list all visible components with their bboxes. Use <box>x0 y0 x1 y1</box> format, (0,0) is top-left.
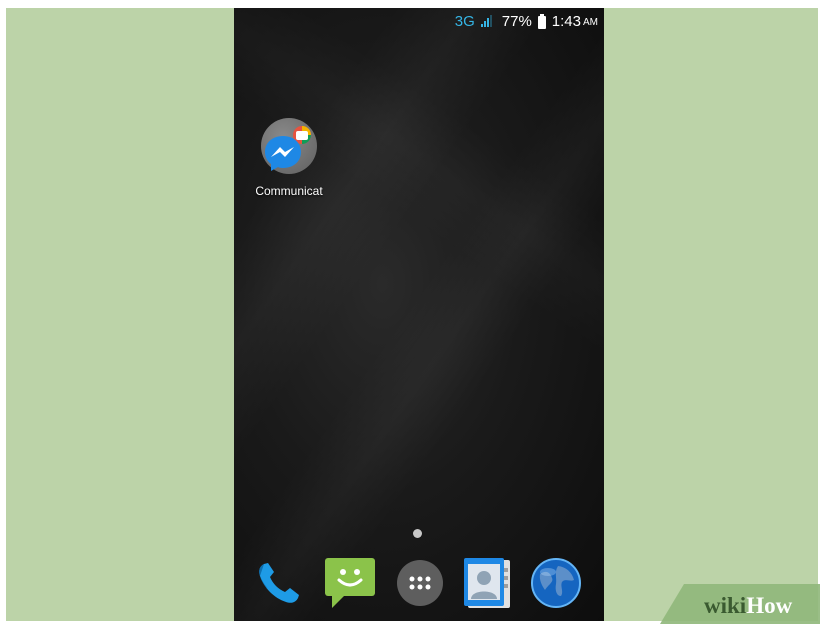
wikihow-watermark: wikiHow <box>660 584 820 624</box>
clock-ampm: AM <box>583 17 598 28</box>
shortcut-label: Communicat <box>255 184 323 198</box>
communication-folder-shortcut[interactable]: Communicat <box>240 118 338 198</box>
contacts-icon[interactable] <box>460 552 516 612</box>
app-drawer-icon[interactable] <box>392 552 448 612</box>
messaging-icon[interactable] <box>322 552 378 612</box>
clock-time: 1:43 <box>551 12 581 30</box>
phone-icon[interactable] <box>250 552 306 612</box>
battery-percent: 77% <box>501 12 532 30</box>
messenger-icon <box>265 126 311 171</box>
svg-text:wikiHow: wikiHow <box>704 593 793 618</box>
phone-screen: 3G 77% 1:43 AM Communicat <box>234 8 604 621</box>
network-type: 3G <box>454 12 475 30</box>
communication-folder-icon <box>261 118 317 174</box>
signal-icon <box>480 15 492 27</box>
battery-icon <box>537 13 546 29</box>
dock <box>250 552 590 612</box>
page-indicator-dot <box>413 529 422 538</box>
browser-globe-icon[interactable] <box>528 552 584 612</box>
status-bar: 3G 77% 1:43 AM <box>455 8 598 34</box>
